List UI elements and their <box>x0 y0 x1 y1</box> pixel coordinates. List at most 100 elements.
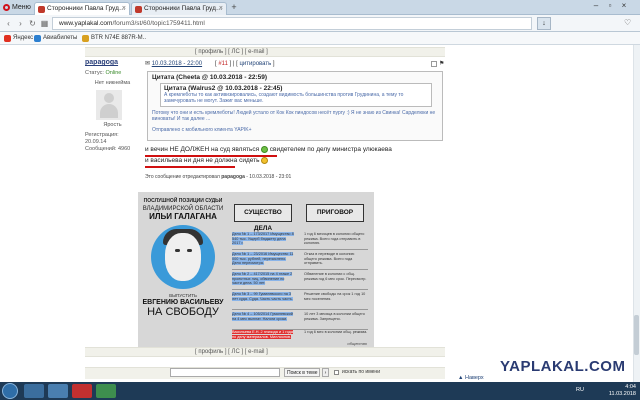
poster-name2: ЕВГЕНИЮ ВАСИЛЬЕВУ <box>142 299 224 306</box>
prev-post-bar: [ профиль ] [ ЛС ] [ e-mail ] <box>85 47 445 57</box>
embedded-poster-image[interactable]: ПОСЛУШНОЙ ПОЗИЦИИ СУДЬИ ВЛАДИМИРСКОЙ ОБЛ… <box>138 192 374 352</box>
media-taskbar-icon[interactable] <box>48 384 68 398</box>
start-button-icon[interactable] <box>2 383 18 399</box>
post-text: и васильева ни дня не должна сидеть <box>145 157 260 165</box>
poster-row-left-text: Васильева Е.Н. 2 эпизода и 1 года по дел… <box>232 330 293 339</box>
post-header: ✉ 10.03.2018 - 22:00 [ #11 ] | [ цитиров… <box>145 59 445 69</box>
search-by-name-checkbox[interactable] <box>334 370 339 375</box>
opera-logo-icon <box>3 4 10 11</box>
system-clock[interactable]: 4:04 11.03.2018 <box>609 384 636 398</box>
folder-icon <box>82 35 89 42</box>
browser-tab-bar: Меню Сторонники Павла Груд… × Сторонники… <box>0 0 640 15</box>
poster-row-left-text: Дело № 4 – 105/2014 Гумилевский на 4 мес… <box>232 312 293 321</box>
page-viewport: [ профиль ] [ ЛС ] [ e-mail ] papagoga С… <box>0 45 640 382</box>
status-label: Статус: <box>85 70 104 76</box>
poster-row-left: Дело № 4 – 105/2014 Гумилевский на 4 мес… <box>232 312 294 328</box>
bookmark-yandex[interactable]: Яндекс <box>4 34 33 43</box>
prev-post-actions[interactable]: [ профиль ] [ ЛС ] [ e-mail ] <box>195 49 268 55</box>
poster-small-text: ВЫПУСТИТЬ <box>169 293 197 298</box>
thumbs-up-smiley-icon <box>260 146 268 153</box>
search-by-name-label: искать по имени <box>342 369 380 375</box>
avatar[interactable] <box>96 90 122 120</box>
poster-row-left-text: Дело № 2 – 417/2015 на 4 этаже 2 проектн… <box>232 272 293 285</box>
poster-row-divider <box>232 309 368 310</box>
url-field[interactable]: www.yaplakal.com/forum3/st/60/topic17594… <box>52 17 532 30</box>
quote-mobile-note: Отправлено с мобильного клиента YAPIK+ <box>152 127 252 133</box>
poster-row-divider <box>232 289 368 290</box>
tab-label: Сторонники Павла Груд… <box>47 5 126 12</box>
topic-search-input[interactable] <box>170 368 280 377</box>
close-window-icon[interactable]: × <box>618 1 630 12</box>
post-number-link[interactable]: #11 <box>218 61 228 67</box>
url-path: /forum3/st/60/topic1759411.html <box>112 20 205 27</box>
post-text-line1: и вечин НЕ ДОЛЖЕН на суд являться свидет… <box>145 146 392 153</box>
avatar-head-icon <box>104 93 114 103</box>
post-icon: ✉ <box>145 61 151 67</box>
search-scope-select[interactable]: Поиск в теме <box>284 368 320 377</box>
heart-icon[interactable]: ♡ <box>624 18 631 27</box>
poster-tab-verdict: ПРИГОВОР <box>306 204 364 222</box>
nested-quote: Цитата (Walrus2 @ 10.03.2018 - 22:45) А … <box>160 83 432 107</box>
speed-dial-icon[interactable]: ▦ <box>39 18 50 29</box>
page-scrollbar[interactable] <box>633 45 640 382</box>
poster-row-divider <box>232 269 368 270</box>
scroll-top-link[interactable]: ▲ Наверх <box>458 375 484 381</box>
scrollbar-thumb[interactable] <box>634 315 639 355</box>
bookmark-misc[interactable]: BTR N74E 887R-M.. <box>82 34 146 43</box>
minimize-icon[interactable]: – <box>590 1 602 12</box>
app-taskbar-icon[interactable] <box>96 384 116 398</box>
portrait-image <box>151 225 215 289</box>
language-indicator[interactable]: RU <box>576 387 584 393</box>
maximize-icon[interactable]: ▫ <box>604 1 616 12</box>
explorer-taskbar-icon[interactable] <box>24 384 44 398</box>
bookmarks-bar: Яндекс Авиабилеты BTR N74E 887R-M.. <box>0 32 640 45</box>
post-author: papagoga Статус: Online Нет никнейма Яро… <box>85 59 140 153</box>
quote-block: Цитата (Cheeta @ 10.03.2018 - 22:59) Цит… <box>147 71 443 141</box>
search-go-button[interactable]: › <box>322 368 329 377</box>
browser-tab-2[interactable]: Сторонники Павла Груд… × <box>131 2 227 15</box>
close-tab-icon[interactable]: × <box>219 3 223 15</box>
poster-row-left-text: Дело № 3 – 99 Гумилевского на 3 лет суда… <box>232 292 293 301</box>
quote-checkbox[interactable] <box>431 61 437 67</box>
poster-row: Дело № 4 – 105/2014 Гумилевский на 4 мес… <box>232 312 368 330</box>
menu-label: Меню <box>12 4 31 11</box>
post-bottom-actions[interactable]: [ профиль ] [ ЛС ] [ e-mail ] <box>195 349 268 355</box>
poster-row-right: 1 год 6 месяцев в колонии общего режима.… <box>304 232 365 245</box>
download-icon[interactable]: ↓ <box>537 17 551 30</box>
reload-icon[interactable]: ↻ <box>27 18 38 29</box>
post-username[interactable]: papagoga <box>85 59 140 66</box>
new-tab-button[interactable]: + <box>228 3 240 13</box>
reply-link[interactable]: цитировать <box>239 61 271 67</box>
user-rank: Ярость <box>103 122 122 128</box>
poster-row-right: 10 лет 3 месяца в колонии общего режима.… <box>304 312 365 321</box>
post-text-line2: и васильева ни дня не должна сидеть <box>145 157 269 165</box>
post-date[interactable]: 10.03.2018 - 22:00 <box>152 61 202 67</box>
browser-tab-1[interactable]: Сторонники Павла Груд… × <box>34 2 130 15</box>
poster-top-text: ПОСЛУШНОЙ ПОЗИЦИИ СУДЬИ <box>143 198 223 204</box>
bookmark-avia[interactable]: Авиабилеты <box>34 34 77 43</box>
opera-menu-button[interactable]: Меню <box>2 2 31 13</box>
poster-name: ИЛЬИ ГАЛАГАНА <box>149 212 217 221</box>
poster-row-left: Дело № 2 – 417/2015 на 4 этаже 2 проектн… <box>232 272 294 288</box>
poster-tab-case: СУЩЕСТВО ДЕЛА <box>234 204 292 232</box>
avatar-caption: Нет никнейма <box>94 80 131 86</box>
report-icon[interactable]: ⚑ <box>439 59 444 69</box>
opera-taskbar-icon[interactable] <box>72 384 92 398</box>
portrait-eye <box>175 249 180 252</box>
smiley-icon <box>261 157 269 164</box>
forum-post: papagoga Статус: Online Нет никнейма Яро… <box>85 59 445 379</box>
close-tab-icon[interactable]: × <box>122 3 126 15</box>
back-icon[interactable]: ‹ <box>3 18 14 29</box>
forward-icon[interactable]: › <box>15 18 26 29</box>
status-online: Online <box>105 70 122 76</box>
bookmark-label: BTR N74E 887R-M.. <box>91 35 147 41</box>
address-bar-area: ‹ › ↻ ▦ www.yaplakal.com/forum3/st/60/to… <box>0 15 640 32</box>
edited-date: - 10.03.2018 - 23:01 <box>246 174 292 180</box>
yaplakal-favicon-icon <box>135 6 142 13</box>
yaplakal-logo[interactable]: YAPLAKAL.COM <box>500 358 625 375</box>
poster-row: Дело № 1 – 173/2017 Имущество 8 540 тыс.… <box>232 232 368 250</box>
plane-icon <box>34 35 41 42</box>
post-text: и вечин НЕ ДОЛЖЕН на суд являться <box>145 146 260 154</box>
nested-quote-text: А кремлеботы то как активизировались, со… <box>164 92 404 104</box>
poster-row-right: Отказ в переводе в колонию общего режима… <box>304 252 355 265</box>
